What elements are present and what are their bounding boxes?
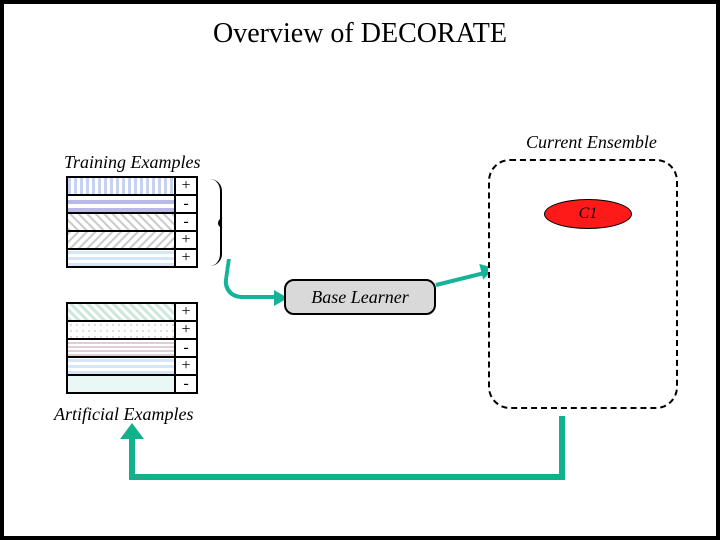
sign-cell: -	[175, 339, 197, 357]
pattern-cell	[67, 375, 175, 393]
current-ensemble-label: Current Ensemble	[526, 132, 657, 153]
table-row: +	[67, 231, 197, 249]
pattern-cell	[67, 177, 175, 195]
pattern-cell	[67, 195, 175, 213]
table-row: +	[67, 357, 197, 375]
sign-cell: +	[175, 177, 197, 195]
pattern-cell	[67, 231, 175, 249]
return-arrow-head-icon	[120, 423, 144, 439]
sign-cell: +	[175, 231, 197, 249]
training-examples-label: Training Examples	[64, 152, 201, 173]
page-title: Overview of DECORATE	[4, 18, 716, 50]
return-arrow-segment-icon	[129, 474, 565, 480]
table-row: -	[67, 213, 197, 231]
training-examples-table: + - - + +	[66, 176, 198, 268]
sign-cell: -	[175, 195, 197, 213]
artificial-examples-table: + + - + -	[66, 302, 198, 394]
return-arrow-segment-icon	[129, 436, 135, 480]
pattern-cell	[67, 321, 175, 339]
pattern-cell	[67, 249, 175, 267]
table-row: -	[67, 375, 197, 393]
arrow-to-ensemble-icon	[436, 271, 485, 287]
sign-cell: -	[175, 213, 197, 231]
table-row: +	[67, 303, 197, 321]
sign-cell: +	[175, 249, 197, 267]
pattern-cell	[67, 357, 175, 375]
table-row: +	[67, 177, 197, 195]
table-row: +	[67, 249, 197, 267]
ensemble-container	[488, 159, 678, 409]
sign-cell: +	[175, 303, 197, 321]
base-learner-box: Base Learner	[284, 279, 436, 315]
pattern-cell	[67, 339, 175, 357]
table-row: +	[67, 321, 197, 339]
artificial-examples-label: Artificial Examples	[54, 404, 193, 425]
table-row: -	[67, 195, 197, 213]
return-arrow-segment-icon	[559, 416, 565, 480]
sign-cell: +	[175, 357, 197, 375]
sign-cell: -	[175, 375, 197, 393]
pattern-cell	[67, 213, 175, 231]
sign-cell: +	[175, 321, 197, 339]
table-row: -	[67, 339, 197, 357]
pattern-cell	[67, 303, 175, 321]
brace-icon	[202, 179, 222, 266]
ensemble-member-c1: C1	[544, 199, 632, 229]
diagram-canvas: Overview of DECORATE Training Examples A…	[0, 0, 720, 540]
